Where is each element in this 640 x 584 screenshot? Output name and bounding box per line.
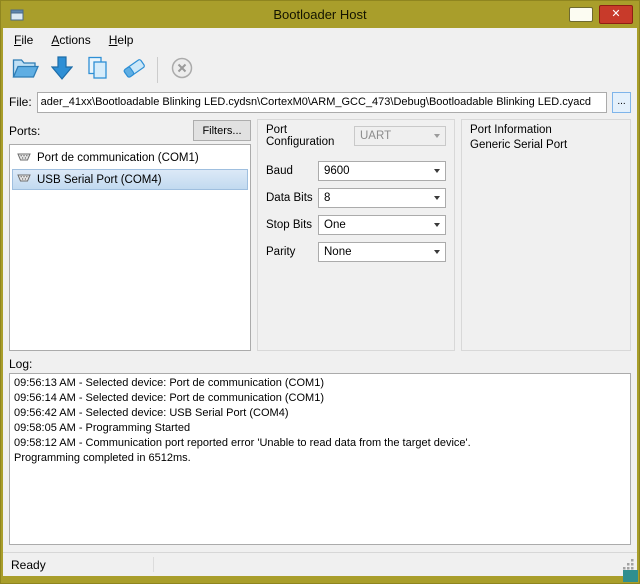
chevron-down-icon [429,134,445,138]
serial-port-icon [17,172,31,187]
menu-actions[interactable]: Actions [42,30,99,50]
baud-select[interactable]: 9600 [318,161,446,181]
port-item-label: USB Serial Port (COM4) [37,174,162,186]
port-information-text: Generic Serial Port [470,139,622,151]
close-button[interactable]: ✕ [599,5,633,24]
open-file-button[interactable] [9,54,42,86]
port-configuration-title: Port Configuration [266,124,354,148]
toolbar-separator [157,57,158,83]
stop-bits-label: Stop Bits [266,219,318,231]
baud-row: Baud 9600 [266,161,446,181]
eraser-icon [121,56,147,85]
client-area: File Actions Help [3,28,637,576]
parity-select[interactable]: None [318,242,446,262]
middle-section: Ports: Filters... [9,119,631,351]
protocol-value: UART [360,130,391,142]
chevron-down-icon [429,250,445,254]
protocol-select: UART [354,126,446,146]
parity-row: Parity None [266,242,446,262]
abort-circle-icon [170,56,194,85]
data-bits-row: Data Bits 8 [266,188,446,208]
toolbar [3,51,637,89]
stop-bits-select[interactable]: One [318,215,446,235]
chevron-down-icon [429,196,445,200]
data-bits-label: Data Bits [266,192,318,204]
file-label: File: [9,95,32,109]
port-item-com1[interactable]: Port de communication (COM1) [12,147,248,169]
log-output[interactable]: 09:56:13 AM - Selected device: Port de c… [9,373,631,545]
open-folder-icon [12,57,39,84]
log-line: 09:56:42 AM - Selected device: USB Seria… [14,406,626,421]
ports-list[interactable]: Port de communication (COM1) [9,144,251,351]
app-icon [9,7,25,23]
verify-button[interactable] [81,54,114,86]
menu-file[interactable]: File [5,30,42,50]
status-text: Ready [11,558,46,572]
log-line: 09:58:05 AM - Programming Started [14,421,626,436]
browse-button[interactable]: ... [612,92,631,113]
data-bits-select[interactable]: 8 [318,188,446,208]
titlebar[interactable]: Bootloader Host ✕ [1,1,639,28]
stop-bits-value: One [324,219,346,231]
baud-value: 9600 [324,165,350,177]
copy-pages-icon [86,56,110,85]
caption-buttons: ✕ [569,5,633,24]
chevron-down-icon [429,223,445,227]
data-bits-value: 8 [324,192,330,204]
minimize-button[interactable] [569,7,593,22]
status-separator [153,557,154,572]
file-row: File: ... [9,91,631,113]
log-label: Log: [9,357,631,371]
port-information-title: Port Information [470,124,622,136]
port-item-label: Port de communication (COM1) [37,152,199,164]
status-bar: Ready [3,552,637,576]
log-line: 09:58:12 AM - Communication port reporte… [14,436,626,451]
ports-label: Ports: [9,124,40,138]
port-configuration-header: Port Configuration UART [266,124,446,148]
download-arrow-icon [51,56,73,85]
filters-button[interactable]: Filters... [193,120,251,141]
erase-button[interactable] [117,54,150,86]
parity-label: Parity [266,246,318,258]
ports-header: Ports: Filters... [9,119,251,142]
port-configuration-group: Port Configuration UART Baud 9600 [257,119,455,351]
serial-port-icon [17,151,31,166]
baud-label: Baud [266,165,318,177]
abort-button [165,54,198,86]
bootloader-host-window: Bootloader Host ✕ File Actions Help [0,0,640,584]
ports-column: Ports: Filters... [9,119,251,351]
chevron-down-icon [429,169,445,173]
log-line: 09:56:14 AM - Selected device: Port de c… [14,391,626,406]
menu-help[interactable]: Help [100,30,143,50]
file-path-input[interactable] [37,92,607,113]
stop-bits-row: Stop Bits One [266,215,446,235]
program-button[interactable] [45,54,78,86]
parity-value: None [324,246,352,258]
window-title: Bootloader Host [1,7,639,22]
log-line: 09:56:13 AM - Selected device: Port de c… [14,376,626,391]
desktop-corner [623,570,638,582]
port-information-group: Port Information Generic Serial Port [461,119,631,351]
log-line: Programming completed in 6512ms. [14,451,626,466]
port-configuration-fields: Baud 9600 Data Bits 8 [266,161,446,262]
port-item-com4[interactable]: USB Serial Port (COM4) [12,169,248,190]
menubar: File Actions Help [3,28,637,51]
